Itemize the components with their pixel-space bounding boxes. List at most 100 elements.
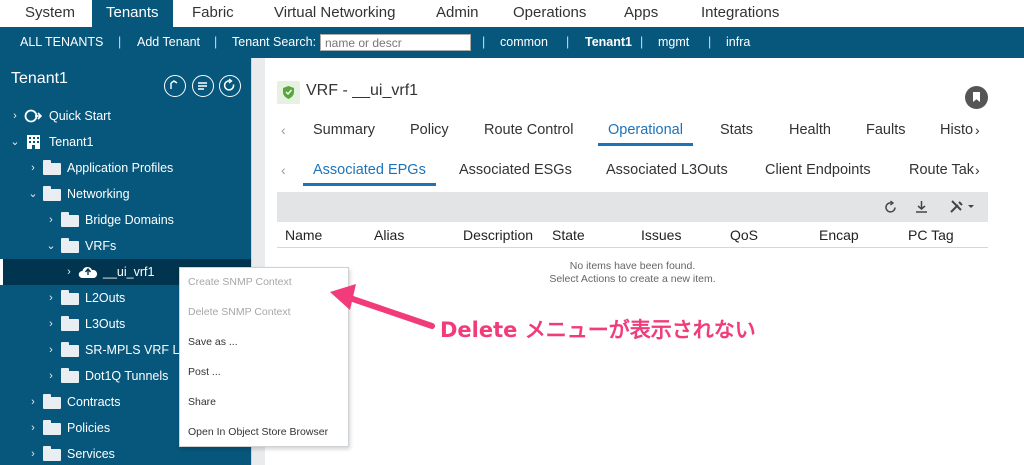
- tree-item-label: Application Profiles: [67, 161, 174, 175]
- separator: |: [708, 35, 712, 49]
- tree-item-quick-start[interactable]: › Quick Start: [0, 103, 251, 129]
- tree-item-label: L3Outs: [85, 317, 126, 331]
- refresh-icon: [223, 78, 235, 91]
- tree-item-label: SR-MPLS VRF L3: [85, 343, 187, 357]
- tree-item-bridge-domains[interactable]: › Bridge Domains: [0, 207, 251, 233]
- tree-item-tenant1[interactable]: ⌄ Tenant1: [0, 129, 251, 155]
- all-tenants-link[interactable]: ALL TENANTS: [20, 27, 103, 58]
- list-icon: [198, 82, 207, 90]
- tenant-subbar: ALL TENANTS | Add Tenant | Tenant Search…: [0, 27, 1024, 58]
- sidebar-refresh-button[interactable]: [219, 75, 241, 97]
- subtab-associated-l3outs[interactable]: Associated L3Outs: [606, 158, 728, 186]
- tab-history[interactable]: Histo: [940, 118, 973, 146]
- tree-item-label: Networking: [67, 187, 130, 201]
- separator: |: [482, 35, 486, 49]
- subtab-route-tak[interactable]: Route Tak: [909, 158, 974, 186]
- menu-tenants[interactable]: Tenants: [92, 0, 173, 27]
- tree-item-networking[interactable]: ⌄ Networking: [0, 181, 251, 207]
- refresh-icon[interactable]: [883, 200, 898, 215]
- separator: |: [640, 35, 644, 49]
- menu-admin[interactable]: Admin: [436, 0, 479, 27]
- column-description[interactable]: Description: [463, 222, 533, 248]
- top-menu: System Tenants Fabric Virtual Networking…: [0, 0, 1024, 27]
- vrf-cloud-icon: [78, 266, 98, 278]
- folder-icon: [61, 368, 79, 383]
- column-name[interactable]: Name: [285, 222, 322, 248]
- tree-item-label: __ui_vrf1: [103, 265, 155, 279]
- tenant-search-input[interactable]: [320, 34, 471, 51]
- menu-operations[interactable]: Operations: [513, 0, 586, 27]
- vrf-badge: [277, 81, 300, 104]
- tab-operational[interactable]: Operational: [598, 118, 693, 146]
- folder-icon: [61, 316, 79, 331]
- menu-item-post[interactable]: Post ...: [188, 366, 221, 378]
- separator: |: [118, 35, 122, 49]
- tab-stats[interactable]: Stats: [720, 118, 753, 146]
- tree-item-label: Dot1Q Tunnels: [85, 369, 169, 383]
- menu-system[interactable]: System: [25, 0, 75, 27]
- chevron-right-icon[interactable]: ›: [45, 363, 57, 389]
- subtab-scroll-left-icon[interactable]: ‹: [281, 162, 286, 178]
- menu-item-open-object-store-browser[interactable]: Open In Object Store Browser: [188, 426, 328, 438]
- separator: |: [566, 35, 570, 49]
- table-header: Name Alias Description State Issues QoS …: [277, 222, 988, 248]
- column-pc-tag[interactable]: PC Tag: [908, 222, 954, 248]
- tenant-link-infra[interactable]: infra: [726, 27, 750, 58]
- chevron-down-icon[interactable]: ⌄: [9, 129, 21, 155]
- chevron-right-icon[interactable]: ›: [27, 389, 39, 415]
- policy-icon: [170, 80, 178, 89]
- column-alias[interactable]: Alias: [374, 222, 404, 248]
- tenant-building-icon: [27, 135, 40, 149]
- menu-item-share[interactable]: Share: [188, 396, 216, 408]
- tenant-link-common[interactable]: common: [500, 27, 548, 58]
- tools-icon[interactable]: [949, 199, 977, 214]
- download-icon[interactable]: [914, 199, 929, 214]
- chevron-right-icon[interactable]: ›: [27, 415, 39, 441]
- tab-scroll-left-icon[interactable]: ‹: [281, 122, 286, 138]
- tree-item-vrfs[interactable]: ⌄ VRFs: [0, 233, 251, 259]
- subtab-associated-esgs[interactable]: Associated ESGs: [459, 158, 572, 186]
- column-state[interactable]: State: [552, 222, 585, 248]
- column-issues[interactable]: Issues: [641, 222, 681, 248]
- tree-item-label: Contracts: [67, 395, 121, 409]
- tab-summary[interactable]: Summary: [313, 118, 375, 146]
- separator: |: [214, 35, 218, 49]
- menu-item-save-as[interactable]: Save as ...: [188, 336, 238, 348]
- tab-health[interactable]: Health: [789, 118, 831, 146]
- main-panel: VRF - __ui_vrf1 ‹ Summary Policy Route C…: [265, 58, 1024, 465]
- column-qos[interactable]: QoS: [730, 222, 758, 248]
- annotation-text: Delete メニューが表示されない: [440, 318, 756, 342]
- tab-route-control[interactable]: Route Control: [484, 118, 573, 146]
- chevron-right-icon[interactable]: ›: [9, 103, 21, 129]
- menu-fabric[interactable]: Fabric: [192, 0, 234, 27]
- column-encap[interactable]: Encap: [819, 222, 859, 248]
- tenant-link-tenant1[interactable]: Tenant1: [585, 27, 632, 58]
- empty-message: No items have been found.: [569, 260, 696, 272]
- chevron-right-icon[interactable]: ›: [45, 311, 57, 337]
- tab-scroll-right-icon[interactable]: ›: [975, 122, 980, 138]
- menu-virtual-networking[interactable]: Virtual Networking: [274, 0, 395, 27]
- tab-faults[interactable]: Faults: [866, 118, 906, 146]
- tree-item-label: Tenant1: [49, 135, 94, 149]
- bookmark-icon[interactable]: [965, 86, 988, 109]
- folder-icon: [61, 212, 79, 227]
- chevron-right-icon[interactable]: ›: [63, 259, 75, 285]
- menu-integrations[interactable]: Integrations: [701, 0, 779, 27]
- chevron-down-icon[interactable]: ⌄: [45, 233, 57, 259]
- subtab-client-endpoints[interactable]: Client Endpoints: [765, 158, 871, 186]
- sidebar-tool-button-2[interactable]: [192, 75, 214, 97]
- menu-apps[interactable]: Apps: [624, 0, 658, 27]
- add-tenant-link[interactable]: Add Tenant: [137, 27, 200, 58]
- tree-item-application-profiles[interactable]: › Application Profiles: [0, 155, 251, 181]
- chevron-down-icon[interactable]: ⌄: [27, 181, 39, 207]
- tab-policy[interactable]: Policy: [410, 118, 449, 146]
- chevron-right-icon[interactable]: ›: [45, 207, 57, 233]
- tenant-link-mgmt[interactable]: mgmt: [658, 27, 689, 58]
- chevron-right-icon[interactable]: ›: [45, 285, 57, 311]
- subtab-scroll-right-icon[interactable]: ›: [975, 162, 980, 178]
- chevron-right-icon[interactable]: ›: [45, 337, 57, 363]
- chevron-right-icon[interactable]: ›: [27, 155, 39, 181]
- subtab-associated-epgs[interactable]: Associated EPGs: [303, 158, 436, 186]
- sidebar-tool-button-1[interactable]: [164, 75, 186, 97]
- chevron-right-icon[interactable]: ›: [27, 441, 39, 465]
